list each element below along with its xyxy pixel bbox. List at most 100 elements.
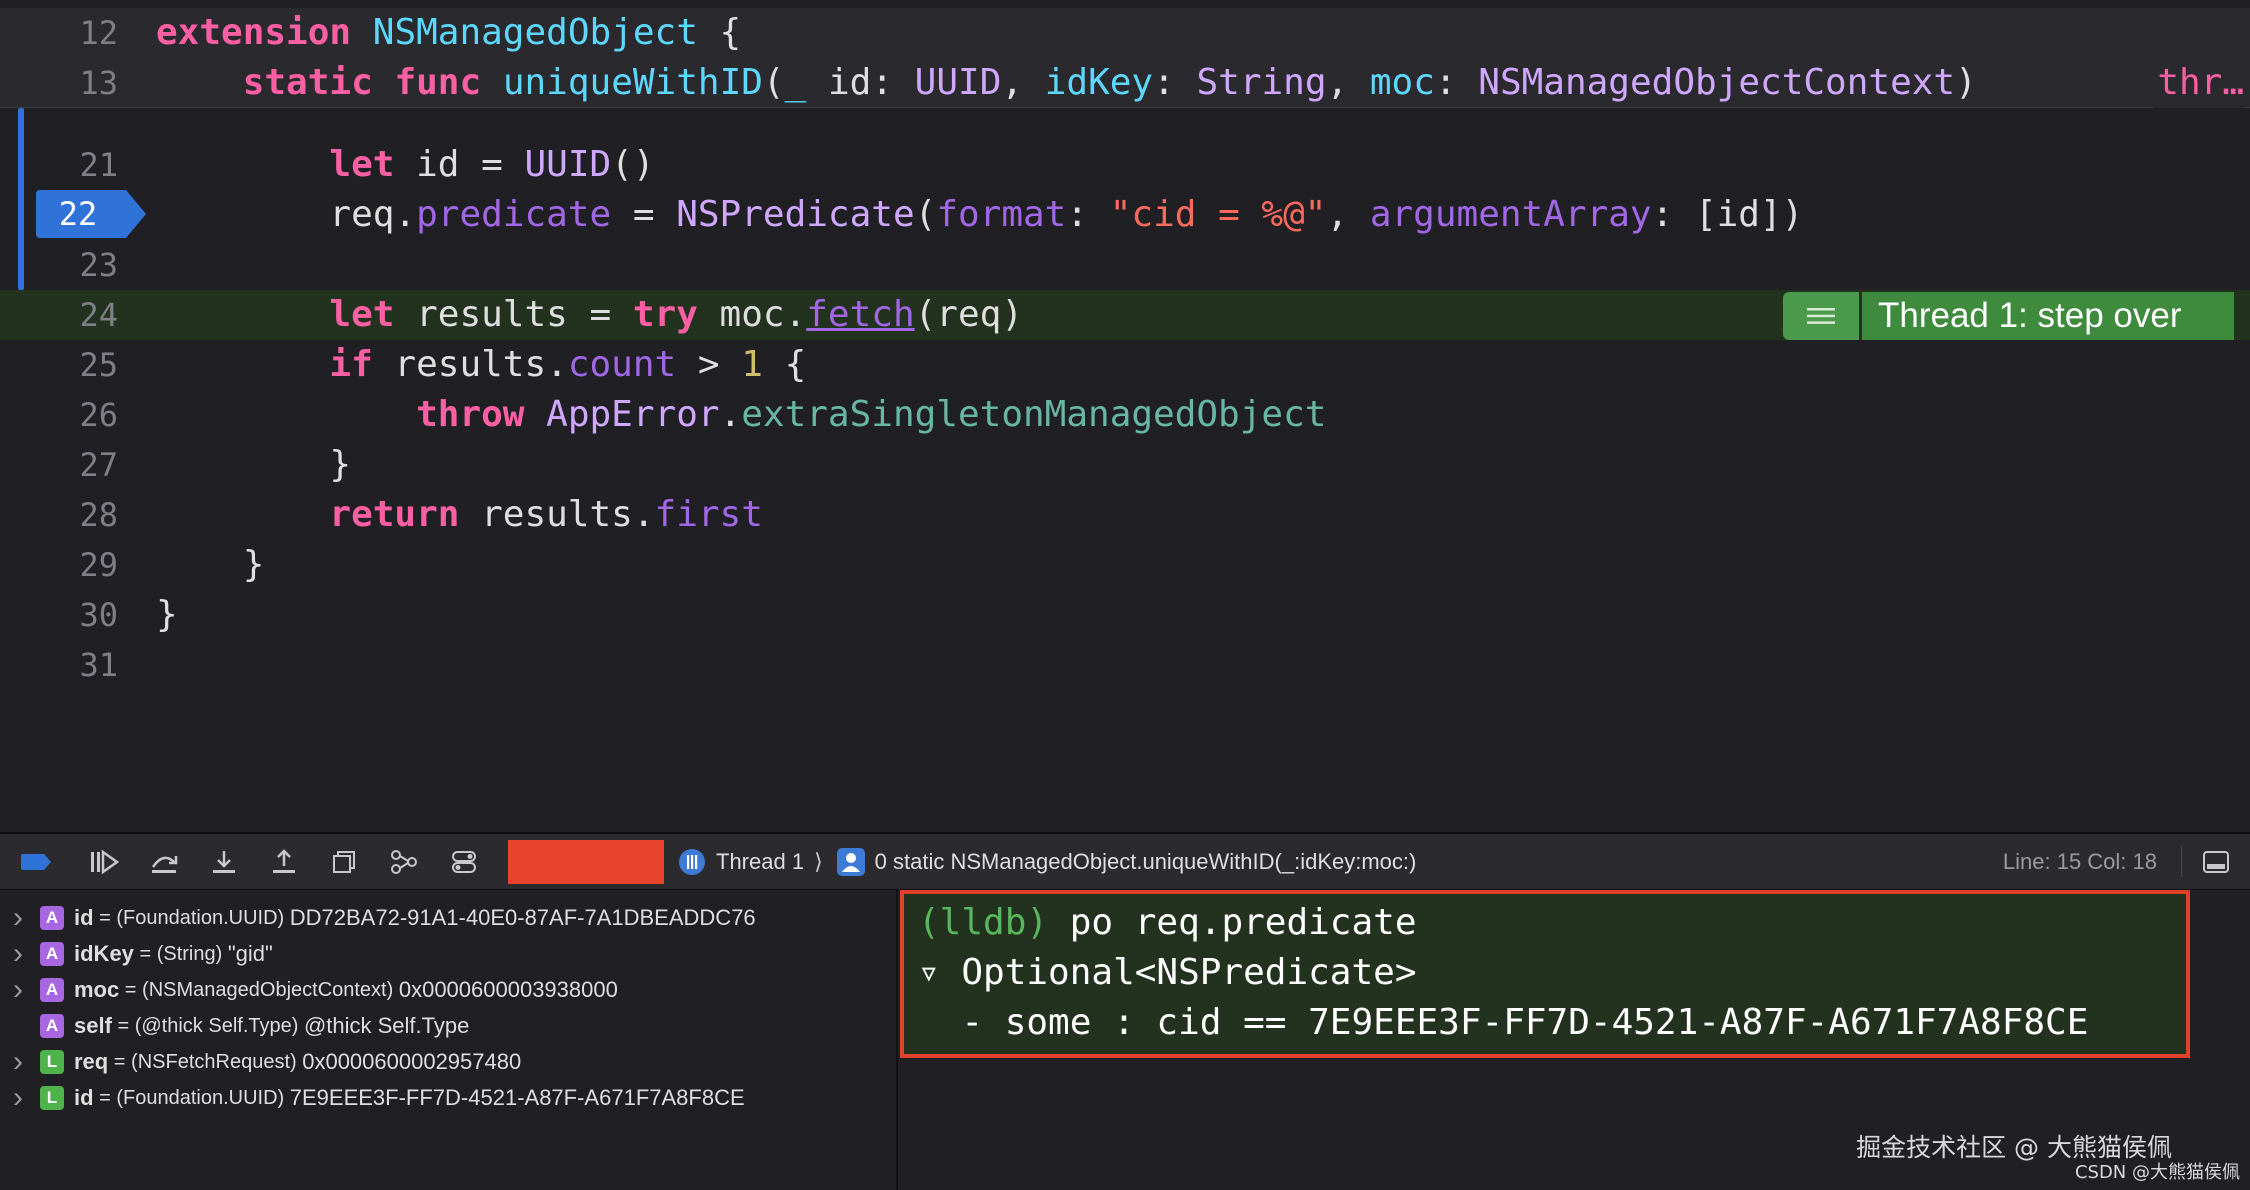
thread-selector[interactable]: Thread 1 ⟩ bbox=[678, 848, 823, 876]
variable-row[interactable]: Aself = (@thick Self.Type) @thick Self.T… bbox=[0, 1008, 896, 1044]
debug-toolbar: Thread 1 ⟩ 0 static NSManagedObject.uniq… bbox=[0, 832, 2250, 890]
code-line-row[interactable]: 28 return results.first bbox=[0, 490, 2250, 540]
continue-button[interactable] bbox=[74, 833, 134, 891]
line-number[interactable]: 31 bbox=[0, 640, 118, 690]
code-token: if bbox=[329, 344, 373, 385]
code-token: first bbox=[654, 494, 763, 535]
variable-row[interactable]: › Aid = (Foundation.UUID) DD72BA72-91A1-4… bbox=[0, 900, 896, 936]
code-line: req.predicate = NSPredicate(format: "cid… bbox=[156, 190, 2250, 240]
line-number[interactable]: 25 bbox=[0, 340, 118, 390]
layers-icon bbox=[333, 850, 355, 873]
source-editor[interactable]: 12 extension NSManagedObject { 13 static… bbox=[0, 0, 2250, 832]
breakpoint-toggle-icon bbox=[21, 853, 51, 870]
disclosure-chevron-icon[interactable]: › bbox=[0, 901, 36, 935]
step-over-button[interactable] bbox=[134, 833, 194, 891]
line-number[interactable]: 28 bbox=[0, 490, 118, 540]
console-output-line: ▿ Optional<NSPredicate> bbox=[918, 952, 1417, 993]
disclosure-chevron-icon[interactable]: › bbox=[0, 973, 36, 1007]
variable-type: = (Foundation.UUID) bbox=[93, 906, 290, 929]
disclosure-chevron-icon[interactable]: › bbox=[0, 937, 36, 971]
code-token: , bbox=[1001, 62, 1045, 103]
line-number[interactable]: 27 bbox=[0, 440, 118, 490]
code-line: } bbox=[156, 590, 2250, 640]
code-token: "cid = %@" bbox=[1109, 194, 1327, 235]
variable-value: DD72BA72-91A1-40E0-87AF-7A1DBEADDC76 bbox=[289, 905, 756, 930]
argument-variable-icon: A bbox=[40, 1014, 64, 1038]
code-token: throw bbox=[416, 394, 525, 435]
console-output-highlight: (lldb) po req.predicate ▿ Optional<NSPre… bbox=[900, 890, 2190, 1058]
local-variable-icon: L bbox=[40, 1086, 64, 1110]
code-token: AppError bbox=[546, 394, 720, 435]
code-token: _ bbox=[784, 62, 807, 103]
code-token: } bbox=[156, 594, 178, 635]
code-token: let bbox=[329, 144, 395, 185]
code-line-row[interactable]: 31 bbox=[0, 640, 2250, 690]
code-line-row[interactable]: 23 bbox=[0, 240, 2250, 290]
sticky-header-line[interactable]: 13 static func uniqueWithID(_ id: UUID, … bbox=[0, 58, 2250, 108]
code-token: ( bbox=[762, 62, 785, 103]
line-number[interactable]: 30 bbox=[0, 590, 118, 640]
local-variable-icon: L bbox=[40, 1050, 64, 1074]
redacted-overlay bbox=[508, 839, 664, 884]
code-token: NSPredicate bbox=[676, 194, 915, 235]
step-over-icon bbox=[151, 855, 178, 873]
code-line-row[interactable]: 30} bbox=[0, 590, 2250, 640]
step-out-button[interactable] bbox=[254, 833, 314, 891]
thread-label: Thread 1 bbox=[716, 848, 805, 874]
code-line-row[interactable]: 26 throw AppError.extraSingletonManagedO… bbox=[0, 390, 2250, 440]
argument-variable-icon: A bbox=[40, 942, 64, 966]
line-number[interactable]: 21 bbox=[0, 140, 118, 190]
code-token: return bbox=[329, 494, 460, 535]
disclosure-chevron-icon[interactable]: › bbox=[0, 1081, 36, 1115]
toggle-breakpoints-button[interactable] bbox=[0, 833, 74, 891]
code-line-row[interactable]: req.predicate = NSPredicate(format: "cid… bbox=[0, 190, 2250, 240]
code-line-row[interactable]: 27 } bbox=[0, 440, 2250, 490]
code-line-row[interactable]: 25 if results.count > 1 { bbox=[0, 340, 2250, 390]
code-token: results. bbox=[459, 494, 655, 535]
code-token: uniqueWithID bbox=[502, 62, 763, 103]
code-token: (req) bbox=[914, 294, 1023, 335]
step-into-button[interactable] bbox=[194, 833, 254, 891]
variables-view[interactable]: › Aid = (Foundation.UUID) DD72BA72-91A1-4… bbox=[0, 890, 898, 1190]
variable-row[interactable]: › Lid = (Foundation.UUID) 7E9EEE3F-FF7D-4… bbox=[0, 1080, 896, 1116]
line-number[interactable]: 23 bbox=[0, 240, 118, 290]
line-number[interactable]: 26 bbox=[0, 390, 118, 440]
variable-type: = (@thick Self.Type) bbox=[111, 1014, 304, 1037]
line-number: 13 bbox=[79, 64, 118, 102]
hamburger-icon[interactable] bbox=[1783, 292, 1859, 340]
variable-row[interactable]: › Lreq = (NSFetchRequest) 0x0000600002957… bbox=[0, 1044, 896, 1080]
thread-icon bbox=[679, 848, 705, 875]
code-token: UUID bbox=[914, 62, 1002, 103]
variable-type: = (String) bbox=[133, 942, 228, 965]
sticky-header-line[interactable]: 12 extension NSManagedObject { bbox=[0, 8, 2250, 58]
code-token: let bbox=[329, 294, 395, 335]
thread-status-label: Thread 1: step over bbox=[1862, 292, 2234, 340]
line-number[interactable]: 24 bbox=[0, 290, 118, 340]
stack-frame-selector[interactable]: 0 static NSManagedObject.uniqueWithID(_:… bbox=[836, 847, 1417, 876]
code-line-row[interactable]: 29 } bbox=[0, 540, 2250, 590]
disclosure-chevron-icon[interactable]: › bbox=[0, 1045, 36, 1079]
code-token: results = bbox=[394, 294, 633, 335]
code-line-row[interactable]: 21 let id = UUID() bbox=[0, 140, 2250, 190]
stack-frame-label: 0 static NSManagedObject.uniqueWithID(_:… bbox=[874, 848, 1417, 874]
code-token: : bbox=[1153, 62, 1197, 103]
variable-row[interactable]: › Amoc = (NSManagedObjectContext) 0x00006… bbox=[0, 972, 896, 1008]
environment-overrides-button[interactable] bbox=[434, 833, 494, 891]
thread-step-badge[interactable]: Thread 1: step over bbox=[1783, 292, 2234, 340]
variable-name: req bbox=[74, 1049, 109, 1074]
variable-name: moc bbox=[74, 977, 120, 1002]
view-hierarchy-button[interactable] bbox=[314, 833, 374, 891]
line-number[interactable]: 29 bbox=[0, 540, 118, 590]
toggle-panel-button[interactable] bbox=[2196, 833, 2236, 891]
memory-graph-button[interactable] bbox=[374, 833, 434, 891]
variable-type: = (NSManagedObjectContext) bbox=[119, 978, 399, 1001]
console-command: po req.predicate bbox=[1048, 902, 1417, 943]
code-line: extension NSManagedObject { bbox=[156, 8, 2250, 58]
lldb-console[interactable]: (lldb) po req.predicate ▿ Optional<NSPre… bbox=[900, 890, 2250, 1190]
code-line: static func uniqueWithID(_ id: UUID, idK… bbox=[156, 58, 2154, 108]
variable-row[interactable]: › AidKey = (String) "gid" bbox=[0, 936, 896, 972]
